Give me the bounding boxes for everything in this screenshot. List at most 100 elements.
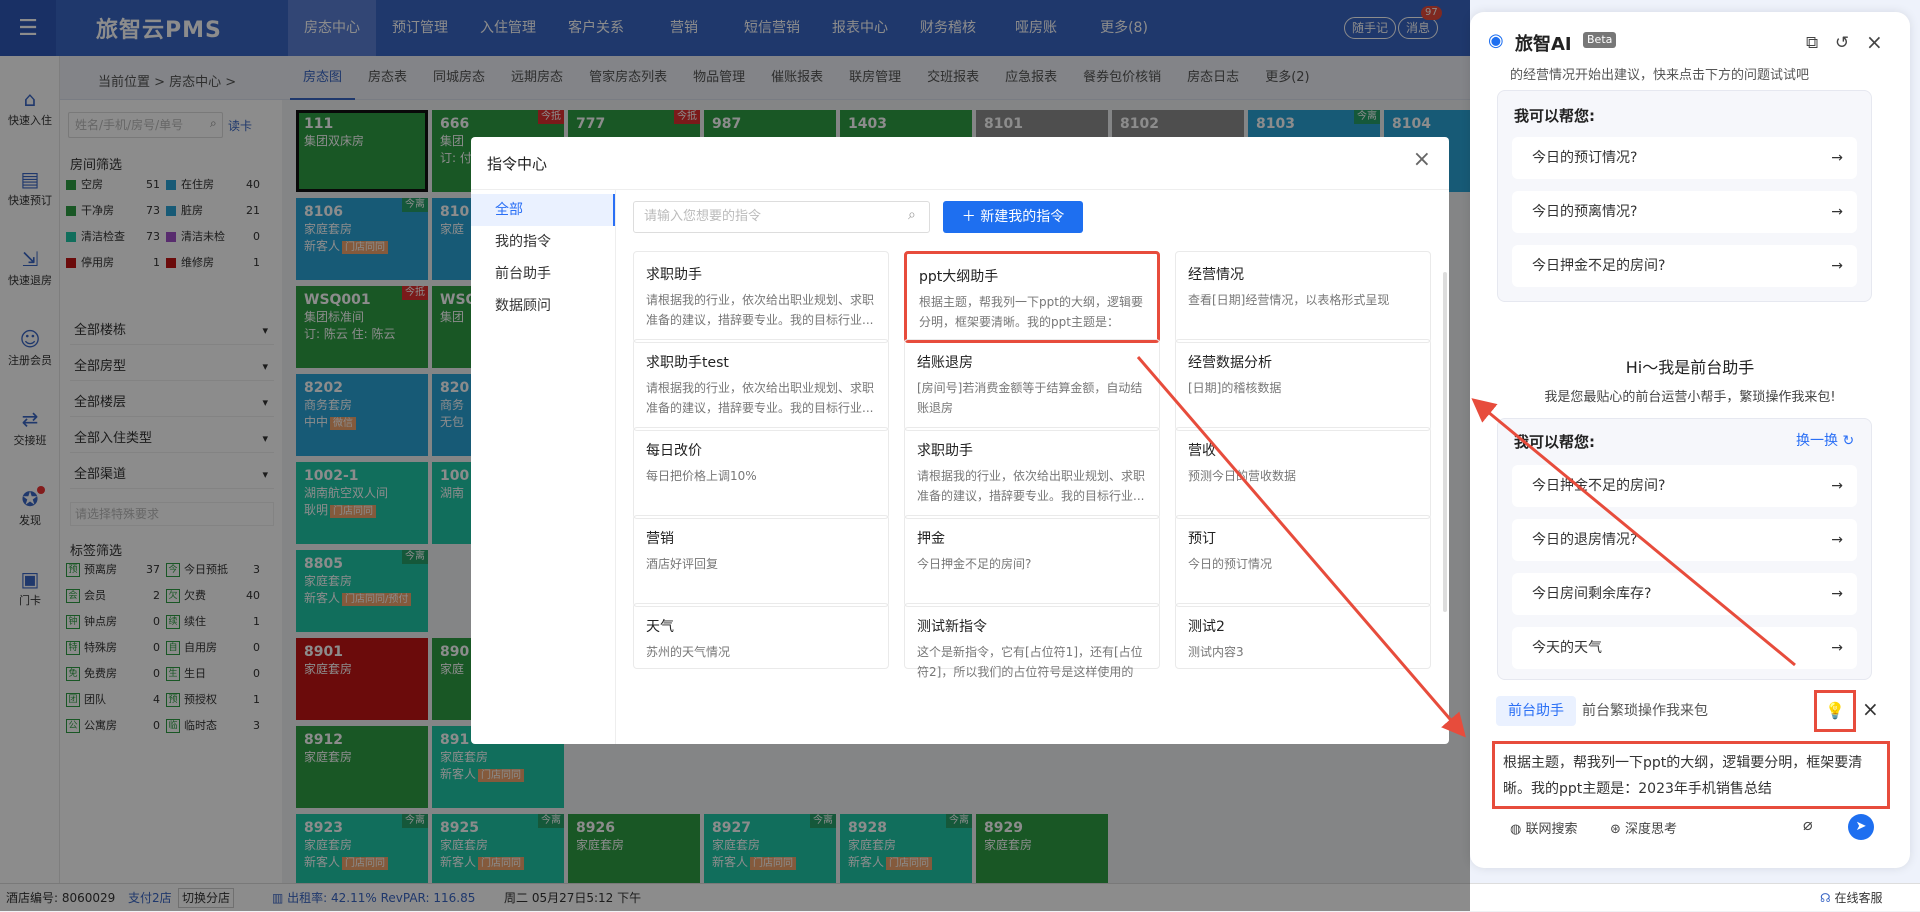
web-search-toggle[interactable]: ◍ 联网搜索 (1510, 818, 1578, 837)
arrow-right-icon: → (1831, 204, 1843, 220)
command-desc: 每日把价格上调10% (646, 469, 757, 483)
command-desc: 今日押金不足的房间? (917, 557, 1032, 571)
command-card[interactable]: 营销 酒店好评回复 (633, 515, 889, 607)
search-icon: ⌕ (908, 207, 916, 223)
chat-input[interactable]: 根据主题，帮我列一下ppt的大纲，逻辑要分明，框架要清晰。我的ppt主题是：20… (1492, 741, 1890, 809)
command-desc: 查看[日期]经营情况，以表格形式呈现 (1188, 293, 1390, 307)
refresh-questions-button[interactable]: 换一换 ↻ (1796, 430, 1854, 450)
command-card[interactable]: 求职助手请根据我的行业，依次给出职业规划、求职准备的建议，措辞要专业。我的目标行… (904, 427, 1160, 519)
command-desc: 预测今日的营收数据 (1188, 469, 1297, 483)
command-desc: 请根据我的行业，依次给出职业规划、求职准备的建议，措辞要专业。我的目标行业... (646, 293, 875, 327)
suggested-question[interactable]: 今日的预订情况? → (1512, 137, 1857, 179)
scrollbar[interactable] (1443, 272, 1447, 612)
command-title: 求职助手test (646, 355, 729, 371)
arrow-right-icon: → (1831, 478, 1843, 494)
command-card[interactable]: 押金今日押金不足的房间? (904, 515, 1160, 607)
command-title: 结账退房 (917, 355, 973, 371)
command-card[interactable]: ppt大纲助手根据主题，帮我列一下ppt的大纲，逻辑要分明，框架要清晰。我的pp… (904, 251, 1160, 343)
help-title: 我可以帮您: (1514, 433, 1595, 451)
command-desc: 酒店好评回复 (646, 557, 719, 571)
assistant-chip-desc: 前台繁琐操作我来包 (1582, 703, 1708, 719)
category-front-desk[interactable]: 前台助手 (471, 258, 615, 290)
command-desc: 今日的预订情况 (1188, 557, 1273, 571)
command-title: 经营情况 (1188, 267, 1244, 283)
online-service-button[interactable]: ☊ 在线客服 (1820, 884, 1883, 912)
command-title: 预订 (1188, 531, 1216, 547)
assistant-chip[interactable]: 前台助手 (1496, 696, 1576, 726)
command-title: 求职助手 (917, 443, 973, 459)
ai-title: 旅智AI (1515, 34, 1572, 55)
suggested-question[interactable]: 今日押金不足的房间? → (1512, 245, 1857, 287)
command-title: 押金 (917, 531, 945, 547)
modal-sidebar: 全部 我的指令 前台助手 数据顾问 (471, 190, 616, 744)
new-command-button[interactable]: ＋ 新建我的指令 (943, 201, 1083, 233)
command-desc: 苏州的天气情况 (646, 645, 731, 659)
beta-badge: Beta (1583, 32, 1617, 48)
suggested-question[interactable]: 今日押金不足的房间? → (1512, 465, 1857, 507)
category-all[interactable]: 全部 (471, 194, 615, 226)
command-card[interactable]: 预订 今日的预订情况 (1175, 515, 1431, 607)
command-title: 经营数据分析 (1188, 355, 1272, 371)
command-title: 每日改价 (646, 443, 702, 459)
command-card[interactable]: 每日改价每日把价格上调10% (633, 427, 889, 519)
command-card[interactable]: 营收预测今日的营收数据 (1175, 427, 1431, 519)
suggested-question[interactable]: 今日房间剩余库存? → (1512, 573, 1857, 615)
command-desc: 测试内容3 (1188, 645, 1244, 659)
command-search-input[interactable]: 请输入您想要的指令 (633, 201, 930, 233)
history-icon[interactable]: ↺ (1835, 33, 1849, 53)
divider (471, 189, 1449, 190)
command-desc: 请根据我的行业，依次给出职业规划、求职准备的建议，措辞要专业。我的目标行业... (646, 381, 875, 415)
modal-title: 指令中心 (487, 155, 548, 173)
command-desc: 这个是新指令，它有[占位符1]，还有[占位符2]，所以我们的占位符号是这样使用的 (917, 645, 1143, 679)
arrow-right-icon: → (1831, 150, 1843, 166)
close-icon[interactable]: × (1413, 147, 1431, 172)
command-card[interactable]: 天气 苏州的天气情况 (633, 603, 889, 669)
command-card[interactable]: 测试2 测试内容3 (1175, 603, 1431, 669)
command-desc: 根据主题，帮我列一下ppt的大纲，逻辑要分明，框架要清晰。我的ppt主题是：20… (919, 295, 1143, 329)
close-icon[interactable]: × (1862, 697, 1879, 721)
headset-icon: ☊ (1820, 891, 1835, 905)
command-title: 天气 (646, 619, 674, 635)
command-title: 测试2 (1188, 619, 1225, 635)
deep-think-toggle[interactable]: ⊛ 深度思考 (1610, 818, 1677, 837)
command-card[interactable]: 测试新指令这个是新指令，它有[占位符1]，还有[占位符2]，所以我们的占位符号是… (904, 603, 1160, 679)
command-title: 测试新指令 (917, 619, 987, 635)
command-card[interactable]: 经营数据分析 [日期]的稽核数据 (1175, 339, 1431, 431)
command-title: 营收 (1188, 443, 1216, 459)
send-icon: ➤ (1855, 819, 1867, 834)
send-button[interactable]: ➤ (1848, 814, 1874, 840)
command-center-modal: 指令中心 × 全部 我的指令 前台助手 数据顾问 请输入您想要的指令 ⌕ ＋ 新… (471, 137, 1449, 744)
command-card[interactable]: 求职助手test 请根据我的行业，依次给出职业规划、求职准备的建议，措辞要专业。我… (633, 339, 889, 431)
ai-intro-text: 的经营情况开始出建议，快来点击下方的问题试试吧 (1510, 68, 1810, 83)
suggested-question[interactable]: 今天的天气 → (1512, 627, 1857, 669)
ai-subtitle: 我是您最贴心的前台运营小帮手，繁琐操作我来包! (1544, 390, 1836, 405)
command-title: ppt大纲助手 (919, 269, 999, 285)
globe-icon: ◍ (1510, 822, 1526, 837)
arrow-right-icon: → (1831, 532, 1843, 548)
suggested-question[interactable]: 今日的退房情况? → (1512, 519, 1857, 561)
command-card[interactable]: 求职助手请根据我的行业，依次给出职业规划、求职准备的建议，措辞要专业。我的目标行… (633, 251, 889, 343)
suggested-question[interactable]: 今日的预离情况? → (1512, 191, 1857, 233)
plus-icon: ＋ (961, 209, 981, 225)
help-title: 我可以帮您: (1514, 107, 1595, 125)
help-box-bottom: 我可以帮您: 今日押金不足的房间? → 今日的退房情况? → 今日房间剩余库存? → … (1497, 418, 1872, 680)
command-desc: [日期]的稽核数据 (1188, 381, 1282, 395)
help-box-top: 我可以帮您: 今日的预订情况? → 今日的预离情况? → 今日押金不足的房间? → (1497, 90, 1872, 302)
command-card[interactable]: 结账退房 [房间号]若消费金额等于结算金额，自动结账退房 (904, 339, 1160, 431)
command-title: 求职助手 (646, 267, 702, 283)
atom-icon: ⊛ (1610, 822, 1626, 837)
category-my-commands[interactable]: 我的指令 (471, 226, 615, 258)
arrow-right-icon: → (1831, 258, 1843, 274)
close-icon[interactable]: × (1866, 30, 1883, 54)
ai-greeting: Hi～我是前台助手 (1625, 358, 1755, 377)
arrow-right-icon: → (1831, 586, 1843, 602)
refresh-icon: ↻ (1838, 433, 1855, 449)
command-card[interactable]: 经营情况查看[日期]经营情况，以表格形式呈现 (1175, 251, 1431, 343)
category-data-advisor[interactable]: 数据顾问 (471, 290, 615, 322)
bulb-icon[interactable]: 💡 (1814, 690, 1856, 732)
new-chat-icon[interactable]: ⧉ (1806, 33, 1818, 53)
command-desc: [房间号]若消费金额等于结算金额，自动结账退房 (917, 381, 1143, 415)
attachment-icon[interactable]: ⌀ (1803, 815, 1813, 834)
command-desc: 请根据我的行业，依次给出职业规划、求职准备的建议，措辞要专业。我的目标行业... (917, 469, 1146, 503)
robot-icon: ◉ (1488, 30, 1504, 51)
